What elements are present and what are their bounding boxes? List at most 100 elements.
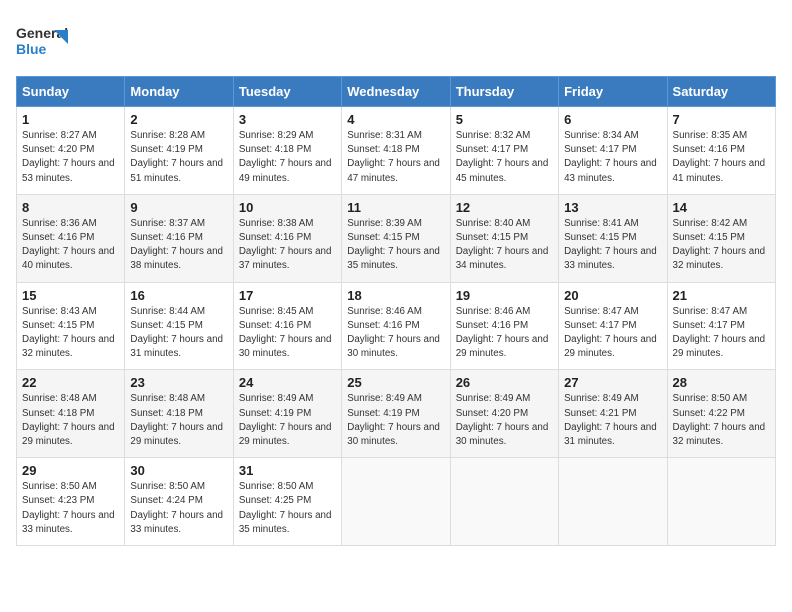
day-number: 6 <box>564 112 661 127</box>
sunrise-text: Sunrise: 8:50 AM <box>239 481 314 492</box>
column-header-saturday: Saturday <box>667 77 775 107</box>
day-info: Sunrise: 8:48 AM Sunset: 4:18 PM Dayligh… <box>22 392 119 449</box>
sunrise-text: Sunrise: 8:49 AM <box>347 393 422 404</box>
sunset-text: Sunset: 4:15 PM <box>347 232 419 243</box>
column-header-sunday: Sunday <box>17 77 125 107</box>
day-number: 10 <box>239 200 336 215</box>
calendar-cell: 5 Sunrise: 8:32 AM Sunset: 4:17 PM Dayli… <box>450 107 558 195</box>
sunrise-text: Sunrise: 8:32 AM <box>456 130 531 141</box>
calendar-cell: 24 Sunrise: 8:49 AM Sunset: 4:19 PM Dayl… <box>233 370 341 458</box>
day-info: Sunrise: 8:37 AM Sunset: 4:16 PM Dayligh… <box>130 217 227 274</box>
sunset-text: Sunset: 4:18 PM <box>22 408 94 419</box>
day-info: Sunrise: 8:50 AM Sunset: 4:25 PM Dayligh… <box>239 480 336 537</box>
daylight-text: Daylight: 7 hours and 33 minutes. <box>130 510 223 535</box>
calendar-cell: 4 Sunrise: 8:31 AM Sunset: 4:18 PM Dayli… <box>342 107 450 195</box>
day-info: Sunrise: 8:43 AM Sunset: 4:15 PM Dayligh… <box>22 305 119 362</box>
sunset-text: Sunset: 4:16 PM <box>239 320 311 331</box>
calendar-cell: 14 Sunrise: 8:42 AM Sunset: 4:15 PM Dayl… <box>667 194 775 282</box>
daylight-text: Daylight: 7 hours and 30 minutes. <box>239 334 332 359</box>
day-number: 29 <box>22 463 119 478</box>
day-number: 12 <box>456 200 553 215</box>
sunrise-text: Sunrise: 8:46 AM <box>347 306 422 317</box>
daylight-text: Daylight: 7 hours and 41 minutes. <box>673 158 766 183</box>
daylight-text: Daylight: 7 hours and 31 minutes. <box>564 422 657 447</box>
sunset-text: Sunset: 4:20 PM <box>22 144 94 155</box>
calendar-table: SundayMondayTuesdayWednesdayThursdayFrid… <box>16 76 776 546</box>
daylight-text: Daylight: 7 hours and 29 minutes. <box>239 422 332 447</box>
sunset-text: Sunset: 4:16 PM <box>130 232 202 243</box>
sunrise-text: Sunrise: 8:50 AM <box>130 481 205 492</box>
calendar-cell <box>450 458 558 546</box>
sunrise-text: Sunrise: 8:47 AM <box>564 306 639 317</box>
sunrise-text: Sunrise: 8:49 AM <box>456 393 531 404</box>
day-info: Sunrise: 8:36 AM Sunset: 4:16 PM Dayligh… <box>22 217 119 274</box>
sunset-text: Sunset: 4:18 PM <box>239 144 311 155</box>
day-number: 3 <box>239 112 336 127</box>
daylight-text: Daylight: 7 hours and 45 minutes. <box>456 158 549 183</box>
day-number: 21 <box>673 288 770 303</box>
sunrise-text: Sunrise: 8:39 AM <box>347 218 422 229</box>
daylight-text: Daylight: 7 hours and 30 minutes. <box>456 422 549 447</box>
calendar-cell: 31 Sunrise: 8:50 AM Sunset: 4:25 PM Dayl… <box>233 458 341 546</box>
sunrise-text: Sunrise: 8:50 AM <box>22 481 97 492</box>
sunrise-text: Sunrise: 8:50 AM <box>673 393 748 404</box>
day-number: 31 <box>239 463 336 478</box>
sunrise-text: Sunrise: 8:29 AM <box>239 130 314 141</box>
calendar-cell: 26 Sunrise: 8:49 AM Sunset: 4:20 PM Dayl… <box>450 370 558 458</box>
column-header-monday: Monday <box>125 77 233 107</box>
sunset-text: Sunset: 4:21 PM <box>564 408 636 419</box>
day-number: 18 <box>347 288 444 303</box>
calendar-cell: 19 Sunrise: 8:46 AM Sunset: 4:16 PM Dayl… <box>450 282 558 370</box>
calendar-cell: 25 Sunrise: 8:49 AM Sunset: 4:19 PM Dayl… <box>342 370 450 458</box>
sunrise-text: Sunrise: 8:34 AM <box>564 130 639 141</box>
sunrise-text: Sunrise: 8:46 AM <box>456 306 531 317</box>
calendar-cell: 29 Sunrise: 8:50 AM Sunset: 4:23 PM Dayl… <box>17 458 125 546</box>
calendar-cell: 10 Sunrise: 8:38 AM Sunset: 4:16 PM Dayl… <box>233 194 341 282</box>
daylight-text: Daylight: 7 hours and 29 minutes. <box>673 334 766 359</box>
day-info: Sunrise: 8:35 AM Sunset: 4:16 PM Dayligh… <box>673 129 770 186</box>
calendar-cell <box>342 458 450 546</box>
sunrise-text: Sunrise: 8:47 AM <box>673 306 748 317</box>
sunset-text: Sunset: 4:16 PM <box>22 232 94 243</box>
sunrise-text: Sunrise: 8:44 AM <box>130 306 205 317</box>
sunrise-text: Sunrise: 8:27 AM <box>22 130 97 141</box>
day-number: 9 <box>130 200 227 215</box>
calendar-week-row: 15 Sunrise: 8:43 AM Sunset: 4:15 PM Dayl… <box>17 282 776 370</box>
daylight-text: Daylight: 7 hours and 30 minutes. <box>347 422 440 447</box>
calendar-cell: 21 Sunrise: 8:47 AM Sunset: 4:17 PM Dayl… <box>667 282 775 370</box>
daylight-text: Daylight: 7 hours and 32 minutes. <box>673 246 766 271</box>
sunrise-text: Sunrise: 8:28 AM <box>130 130 205 141</box>
daylight-text: Daylight: 7 hours and 34 minutes. <box>456 246 549 271</box>
sunrise-text: Sunrise: 8:48 AM <box>22 393 97 404</box>
sunset-text: Sunset: 4:17 PM <box>564 320 636 331</box>
column-header-friday: Friday <box>559 77 667 107</box>
day-number: 13 <box>564 200 661 215</box>
sunrise-text: Sunrise: 8:43 AM <box>22 306 97 317</box>
sunrise-text: Sunrise: 8:37 AM <box>130 218 205 229</box>
sunrise-text: Sunrise: 8:35 AM <box>673 130 748 141</box>
logo: General Blue <box>16 16 74 64</box>
day-info: Sunrise: 8:49 AM Sunset: 4:21 PM Dayligh… <box>564 392 661 449</box>
calendar-cell: 8 Sunrise: 8:36 AM Sunset: 4:16 PM Dayli… <box>17 194 125 282</box>
calendar-cell: 17 Sunrise: 8:45 AM Sunset: 4:16 PM Dayl… <box>233 282 341 370</box>
day-number: 28 <box>673 375 770 390</box>
day-number: 17 <box>239 288 336 303</box>
day-info: Sunrise: 8:41 AM Sunset: 4:15 PM Dayligh… <box>564 217 661 274</box>
day-info: Sunrise: 8:31 AM Sunset: 4:18 PM Dayligh… <box>347 129 444 186</box>
daylight-text: Daylight: 7 hours and 51 minutes. <box>130 158 223 183</box>
day-info: Sunrise: 8:50 AM Sunset: 4:22 PM Dayligh… <box>673 392 770 449</box>
calendar-cell: 23 Sunrise: 8:48 AM Sunset: 4:18 PM Dayl… <box>125 370 233 458</box>
calendar-cell: 16 Sunrise: 8:44 AM Sunset: 4:15 PM Dayl… <box>125 282 233 370</box>
day-number: 26 <box>456 375 553 390</box>
calendar-cell: 7 Sunrise: 8:35 AM Sunset: 4:16 PM Dayli… <box>667 107 775 195</box>
day-number: 14 <box>673 200 770 215</box>
calendar-cell: 13 Sunrise: 8:41 AM Sunset: 4:15 PM Dayl… <box>559 194 667 282</box>
calendar-week-row: 29 Sunrise: 8:50 AM Sunset: 4:23 PM Dayl… <box>17 458 776 546</box>
day-number: 24 <box>239 375 336 390</box>
sunrise-text: Sunrise: 8:40 AM <box>456 218 531 229</box>
day-info: Sunrise: 8:38 AM Sunset: 4:16 PM Dayligh… <box>239 217 336 274</box>
column-header-tuesday: Tuesday <box>233 77 341 107</box>
day-number: 30 <box>130 463 227 478</box>
day-number: 19 <box>456 288 553 303</box>
day-number: 27 <box>564 375 661 390</box>
